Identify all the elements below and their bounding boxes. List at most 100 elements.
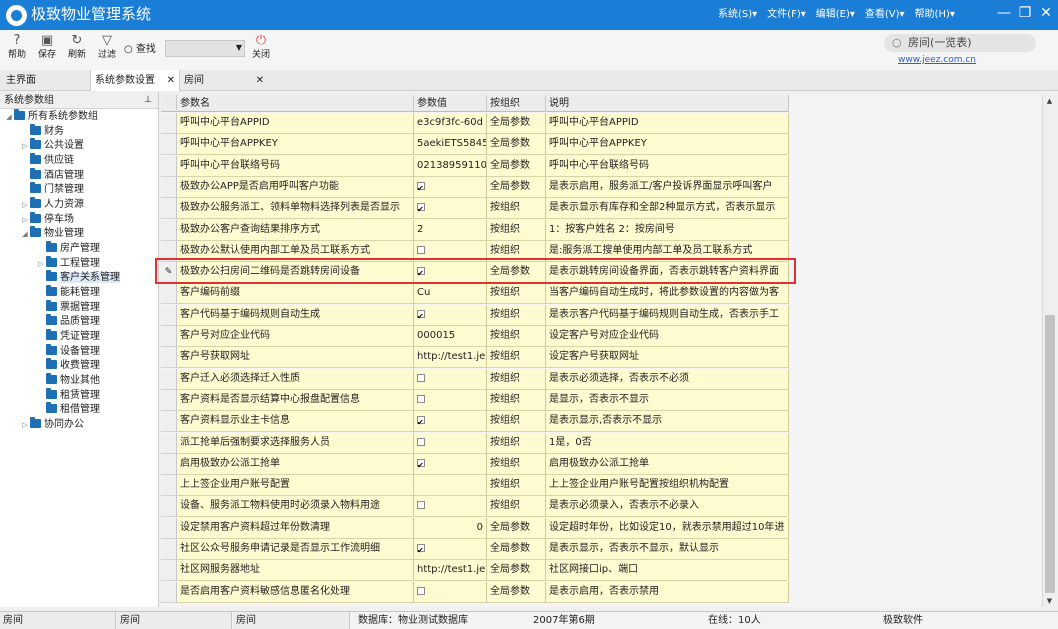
param-name-cell[interactable]: 客户号对应企业代码 [177, 326, 414, 347]
param-value-cell[interactable] [414, 453, 487, 475]
param-value-cell[interactable] [414, 389, 487, 411]
table-row[interactable]: 上上签企业用户账号配置 按组织 上上签企业用户账号配置按组织机构配置 [161, 475, 789, 497]
param-value-cell[interactable] [414, 411, 487, 433]
param-value-cell[interactable]: 0 [414, 517, 487, 539]
description-cell[interactable]: 是表示显示，否表示不显示，默认显示 [546, 539, 789, 560]
param-checkbox[interactable] [417, 307, 425, 325]
param-checkbox[interactable] [417, 264, 425, 282]
scope-cell[interactable]: 按组织 [487, 453, 546, 475]
search-combo[interactable]: ▼ [165, 40, 245, 57]
param-checkbox[interactable] [417, 501, 425, 510]
param-value-cell[interactable] [414, 176, 487, 198]
table-row[interactable]: 客户号对应企业代码 000015 按组织 设定客户号对应企业代码 [161, 326, 789, 347]
table-row[interactable]: 呼叫中心平台APPID e3c9f3fc-60d 全局参数 呼叫中心平台APPID [161, 113, 789, 134]
table-row[interactable]: 客户资料显示业主卡信息 按组织是表示显示,否表示不显示 [161, 411, 789, 433]
scope-cell[interactable]: 全局参数 [487, 113, 546, 134]
table-row[interactable]: 极致办公服务派工、领料单物料选择列表是否显示 按组织是表示显示有库存和全部2种显示… [161, 198, 789, 220]
scope-cell[interactable]: 按组织 [487, 304, 546, 326]
tree-item-rental[interactable]: 租借管理 [36, 402, 100, 417]
scope-cell[interactable]: 全局参数 [487, 134, 546, 156]
param-checkbox[interactable] [417, 200, 425, 218]
param-value-cell[interactable]: 2 [414, 219, 487, 241]
menu-view[interactable]: 查看(V)▾ [865, 8, 905, 22]
close-tab-icon[interactable]: ✕ [256, 70, 264, 91]
description-cell[interactable]: 设定客户号对应企业代码 [546, 326, 789, 347]
description-cell[interactable]: 呼叫中心平台APPKEY [546, 134, 789, 156]
description-cell[interactable]: 是表示显示有库存和全部2种显示方式，否表示显示 [546, 198, 789, 220]
param-name-cell[interactable]: 极致办公默认使用内部工单及员工联系方式 [177, 240, 414, 262]
param-value-cell[interactable]: 02138959110 [414, 155, 487, 177]
table-row[interactable]: 设备、服务派工物料使用时必须录入物料用途 按组织 是表示必须录入，否表示不必录入 [161, 496, 789, 518]
param-name-cell[interactable]: 设备、服务派工物料使用时必须录入物料用途 [177, 496, 414, 518]
param-name-cell[interactable]: 呼叫中心平台联络号码 [177, 155, 414, 177]
param-value-cell[interactable] [414, 240, 487, 262]
scope-cell[interactable]: 按组织 [487, 347, 546, 369]
row-header[interactable] [161, 240, 177, 262]
param-value-cell[interactable] [414, 368, 487, 390]
row-header[interactable] [161, 411, 177, 433]
param-checkbox[interactable] [417, 245, 425, 254]
description-cell[interactable]: 1是，0否 [546, 432, 789, 454]
row-header[interactable] [161, 389, 177, 411]
description-cell[interactable]: 是表示必须选择，否表示不必须 [546, 368, 789, 390]
tree-item-engineering[interactable]: ▷ 工程管理 [36, 256, 100, 271]
param-checkbox[interactable] [417, 541, 425, 559]
tab-room[interactable]: 房间 ✕ [180, 70, 268, 91]
table-row[interactable]: 呼叫中心平台联络号码 02138959110 全局参数 呼叫中心平台联络号码 [161, 155, 789, 177]
scope-cell[interactable]: 全局参数 [487, 560, 546, 582]
row-header[interactable] [161, 198, 177, 220]
table-row[interactable]: 设定禁用客户资料超过年份数清理 0 全局参数 设定超时年份，比如设定10，就表示禁用超… [161, 517, 789, 539]
col-header-name[interactable]: 参数名 [177, 95, 414, 112]
param-checkbox[interactable] [417, 394, 425, 403]
save-button[interactable]: ▣ 保存 [32, 33, 62, 61]
tree-item-supply[interactable]: 供应链 [20, 153, 74, 168]
description-cell[interactable]: 是表示客户代码基于编码规则自动生成，否表示手工 [546, 304, 789, 326]
description-cell[interactable]: 呼叫中心平台APPID [546, 113, 789, 134]
scope-cell[interactable]: 按组织 [487, 283, 546, 305]
scope-cell[interactable]: 全局参数 [487, 155, 546, 177]
param-name-cell[interactable]: 派工抢单后强制要求选择服务人员 [177, 432, 414, 454]
tree-item-invoice[interactable]: 票据管理 [36, 300, 100, 315]
tree-item-hotel[interactable]: 酒店管理 [20, 168, 84, 183]
table-row[interactable]: 客户号获取网址 http://test1.je 按组织 设定客户号获取网址 [161, 347, 789, 369]
tree-item-access[interactable]: 门禁管理 [20, 182, 84, 197]
tab-main[interactable]: 主界面 [2, 70, 90, 91]
description-cell[interactable]: 社区网接口ip、端口 [546, 560, 789, 582]
tree-item-common[interactable]: ▷ 公共设置 [20, 138, 84, 153]
description-cell[interactable]: 是表示显示,否表示不显示 [546, 411, 789, 433]
row-header[interactable] [161, 283, 177, 305]
scope-cell[interactable]: 按组织 [487, 389, 546, 411]
scope-cell[interactable]: 全局参数 [487, 517, 546, 539]
param-value-cell[interactable] [414, 432, 487, 454]
param-name-cell[interactable]: 呼叫中心平台APPID [177, 113, 414, 134]
scope-cell[interactable]: 按组织 [487, 496, 546, 518]
tree-item-crm[interactable]: 客户关系管理 [36, 270, 120, 285]
close-window-icon[interactable]: ✕ [1038, 4, 1054, 22]
tree-item-energy[interactable]: 能耗管理 [36, 285, 100, 300]
tree-item-hr[interactable]: ▷ 人力资源 [20, 197, 84, 212]
scope-cell[interactable]: 按组织 [487, 198, 546, 220]
scroll-down-icon[interactable]: ▼ [1043, 595, 1056, 607]
param-value-cell[interactable]: http://test1.je [414, 347, 487, 369]
table-row[interactable]: 社区公众号服务申请记录是否显示工作流明细 全局参数是表示显示，否表示不显示，默认显… [161, 539, 789, 560]
description-cell[interactable]: 启用极致办公派工抢单 [546, 453, 789, 475]
close-button[interactable]: ⏻ 关闭 [246, 33, 276, 61]
param-name-cell[interactable]: 客户编码前缀 [177, 283, 414, 305]
table-row[interactable]: 社区网服务器地址 http://test1.je 全局参数 社区网接口ip、端口 [161, 560, 789, 582]
menu-edit[interactable]: 编辑(E)▾ [816, 8, 855, 22]
help-button[interactable]: ? 帮助 [2, 33, 32, 61]
param-name-cell[interactable]: 社区公众号服务申请记录是否显示工作流明细 [177, 539, 414, 560]
param-name-cell[interactable]: 设定禁用客户资料超过年份数清理 [177, 517, 414, 539]
param-name-cell[interactable]: 极致办公服务派工、领料单物料选择列表是否显示 [177, 198, 414, 220]
menu-system[interactable]: 系统(S)▾ [718, 8, 757, 22]
param-name-cell[interactable]: 客户代码基于编码规则自动生成 [177, 304, 414, 326]
vertical-scrollbar[interactable]: ▲ ▼ [1042, 95, 1056, 607]
row-header[interactable] [161, 347, 177, 369]
param-name-cell[interactable]: 是否启用客户资料敏感信息匿名化处理 [177, 581, 414, 603]
table-row[interactable]: 呼叫中心平台APPKEY 5aekiETS5845 全局参数 呼叫中心平台APPKEY [161, 134, 789, 156]
description-cell[interactable]: 是表示启用，否表示禁用 [546, 581, 789, 603]
param-value-cell[interactable]: http://test1.je [414, 560, 487, 582]
filter-button[interactable]: ▽ 过滤 [92, 33, 122, 61]
row-header[interactable] [161, 219, 177, 241]
table-row[interactable]: 是否启用客户资料敏感信息匿名化处理 全局参数 是表示启用，否表示禁用 [161, 581, 789, 603]
